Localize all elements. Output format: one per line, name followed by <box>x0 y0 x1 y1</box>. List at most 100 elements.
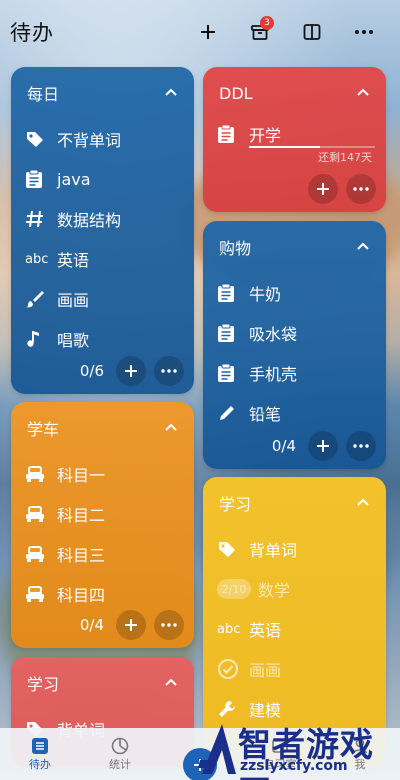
more-dots-icon <box>355 30 373 34</box>
plus-icon <box>125 619 137 631</box>
list-item[interactable]: 画画 <box>11 279 194 319</box>
chevron-up-icon[interactable] <box>356 495 370 509</box>
list-item[interactable]: 唱歌 <box>11 319 194 359</box>
tag-icon <box>25 128 51 150</box>
wrench-icon <box>217 698 243 720</box>
watermark-logo <box>198 724 236 774</box>
chevron-up-icon[interactable] <box>164 420 178 434</box>
card-footer <box>203 174 386 204</box>
item-label: 数学 <box>258 581 291 600</box>
item-label: 英语 <box>57 251 90 270</box>
list-item[interactable]: 科目四 <box>11 574 194 614</box>
completion-count: 0/4 <box>271 437 296 455</box>
chevron-up-icon[interactable] <box>164 85 178 99</box>
card-more-button[interactable] <box>346 174 376 204</box>
more-button[interactable] <box>338 14 390 50</box>
brush-icon <box>25 288 51 310</box>
list-item[interactable]: 牛奶 <box>203 273 386 313</box>
chevron-up-icon[interactable] <box>356 239 370 253</box>
list-icon <box>32 738 48 754</box>
archive-badge: 3 <box>260 16 274 30</box>
card-header[interactable]: 每日 <box>11 67 194 119</box>
item-label: 开学 <box>249 126 282 145</box>
add-item-button[interactable] <box>308 431 338 461</box>
item-label: 科目二 <box>57 506 106 525</box>
list-item[interactable]: 铅笔 <box>203 393 386 433</box>
item-label: 科目四 <box>57 586 106 605</box>
item-label: 铅笔 <box>249 405 282 424</box>
card-header[interactable]: DDL <box>203 67 386 119</box>
more-dots-icon <box>161 369 177 373</box>
list-item[interactable]: 手机壳 <box>203 353 386 393</box>
clipboard-icon <box>25 168 51 190</box>
item-label: 英语 <box>249 621 282 640</box>
split-view-icon <box>303 24 321 40</box>
top-actions: 3 <box>182 14 390 50</box>
list-item[interactable]: 背单词 <box>203 529 386 569</box>
abc-icon: abc <box>217 621 241 637</box>
add-item-button[interactable] <box>308 174 338 204</box>
chevron-up-icon[interactable] <box>356 85 370 99</box>
list-item[interactable]: abc 英语 <box>11 239 194 279</box>
item-label: 科目一 <box>57 466 106 485</box>
add-item-button[interactable] <box>116 356 146 386</box>
list-item[interactable]: 2/10 数学 <box>203 569 386 609</box>
tag-icon <box>217 538 243 560</box>
archive-button[interactable]: 3 <box>234 14 286 50</box>
list-item[interactable]: abc 英语 <box>203 609 386 649</box>
item-label: 手机壳 <box>249 365 298 384</box>
card-footer: 0/4 <box>203 431 386 461</box>
list-item[interactable]: 吸水袋 <box>203 313 386 353</box>
card-title: 学习 <box>219 495 252 514</box>
hash-icon <box>25 208 51 230</box>
plus-icon <box>125 365 137 377</box>
tab-stats[interactable]: 统计 <box>80 728 160 780</box>
card-title: DDL <box>219 83 253 103</box>
layout-toggle-button[interactable] <box>286 14 338 50</box>
card-header[interactable]: 购物 <box>203 221 386 273</box>
watermark: 智者游戏网 zzslyxcfy.com <box>198 718 400 780</box>
card-footer: 0/4 <box>11 610 194 640</box>
car-icon <box>25 463 51 485</box>
item-label: 唱歌 <box>57 331 90 350</box>
tab-todo[interactable]: 待办 <box>0 728 80 780</box>
add-button[interactable] <box>182 14 234 50</box>
clipboard-icon <box>217 282 243 304</box>
car-icon <box>25 543 51 565</box>
pencil-icon <box>217 402 243 424</box>
more-dots-icon <box>353 444 369 448</box>
item-label: 科目三 <box>57 546 106 565</box>
card-footer: 0/6 <box>11 356 194 386</box>
item-label: 数据结构 <box>57 211 122 230</box>
list-item[interactable]: 科目三 <box>11 534 194 574</box>
card-more-button[interactable] <box>346 431 376 461</box>
list-card-daily: 每日 不背单词 java 数据结构 abc 英语 画画 唱歌 0/6 <box>11 67 194 394</box>
list-item[interactable]: 画画 <box>203 649 386 689</box>
plus-icon <box>317 440 329 452</box>
item-label: 画画 <box>249 661 282 680</box>
card-more-button[interactable] <box>154 610 184 640</box>
music-note-icon <box>25 328 51 350</box>
watermark-url: zzslyxcfy.com <box>240 758 348 774</box>
card-more-button[interactable] <box>154 356 184 386</box>
progress-pill-icon: 2/10 <box>217 579 251 599</box>
item-label: 画画 <box>57 291 90 310</box>
list-item[interactable]: 科目一 <box>11 454 194 494</box>
chevron-up-icon[interactable] <box>164 675 178 689</box>
list-card-ddl: DDL 开学 还剩147天 <box>203 67 386 212</box>
add-item-button[interactable] <box>116 610 146 640</box>
more-dots-icon <box>161 623 177 627</box>
clipboard-icon <box>217 362 243 384</box>
list-item[interactable]: java <box>11 159 194 199</box>
card-header[interactable]: 学习 <box>11 657 194 709</box>
item-label: 不背单词 <box>57 131 122 150</box>
car-icon <box>25 583 51 605</box>
card-header[interactable]: 学习 <box>203 477 386 529</box>
list-item[interactable]: 科目二 <box>11 494 194 534</box>
list-item[interactable]: 数据结构 <box>11 199 194 239</box>
list-item[interactable]: 开学 <box>203 119 386 149</box>
deadline-remaining: 还剩147天 <box>318 151 372 164</box>
card-header[interactable]: 学车 <box>11 402 194 454</box>
list-item[interactable]: 不背单词 <box>11 119 194 159</box>
more-dots-icon <box>353 187 369 191</box>
